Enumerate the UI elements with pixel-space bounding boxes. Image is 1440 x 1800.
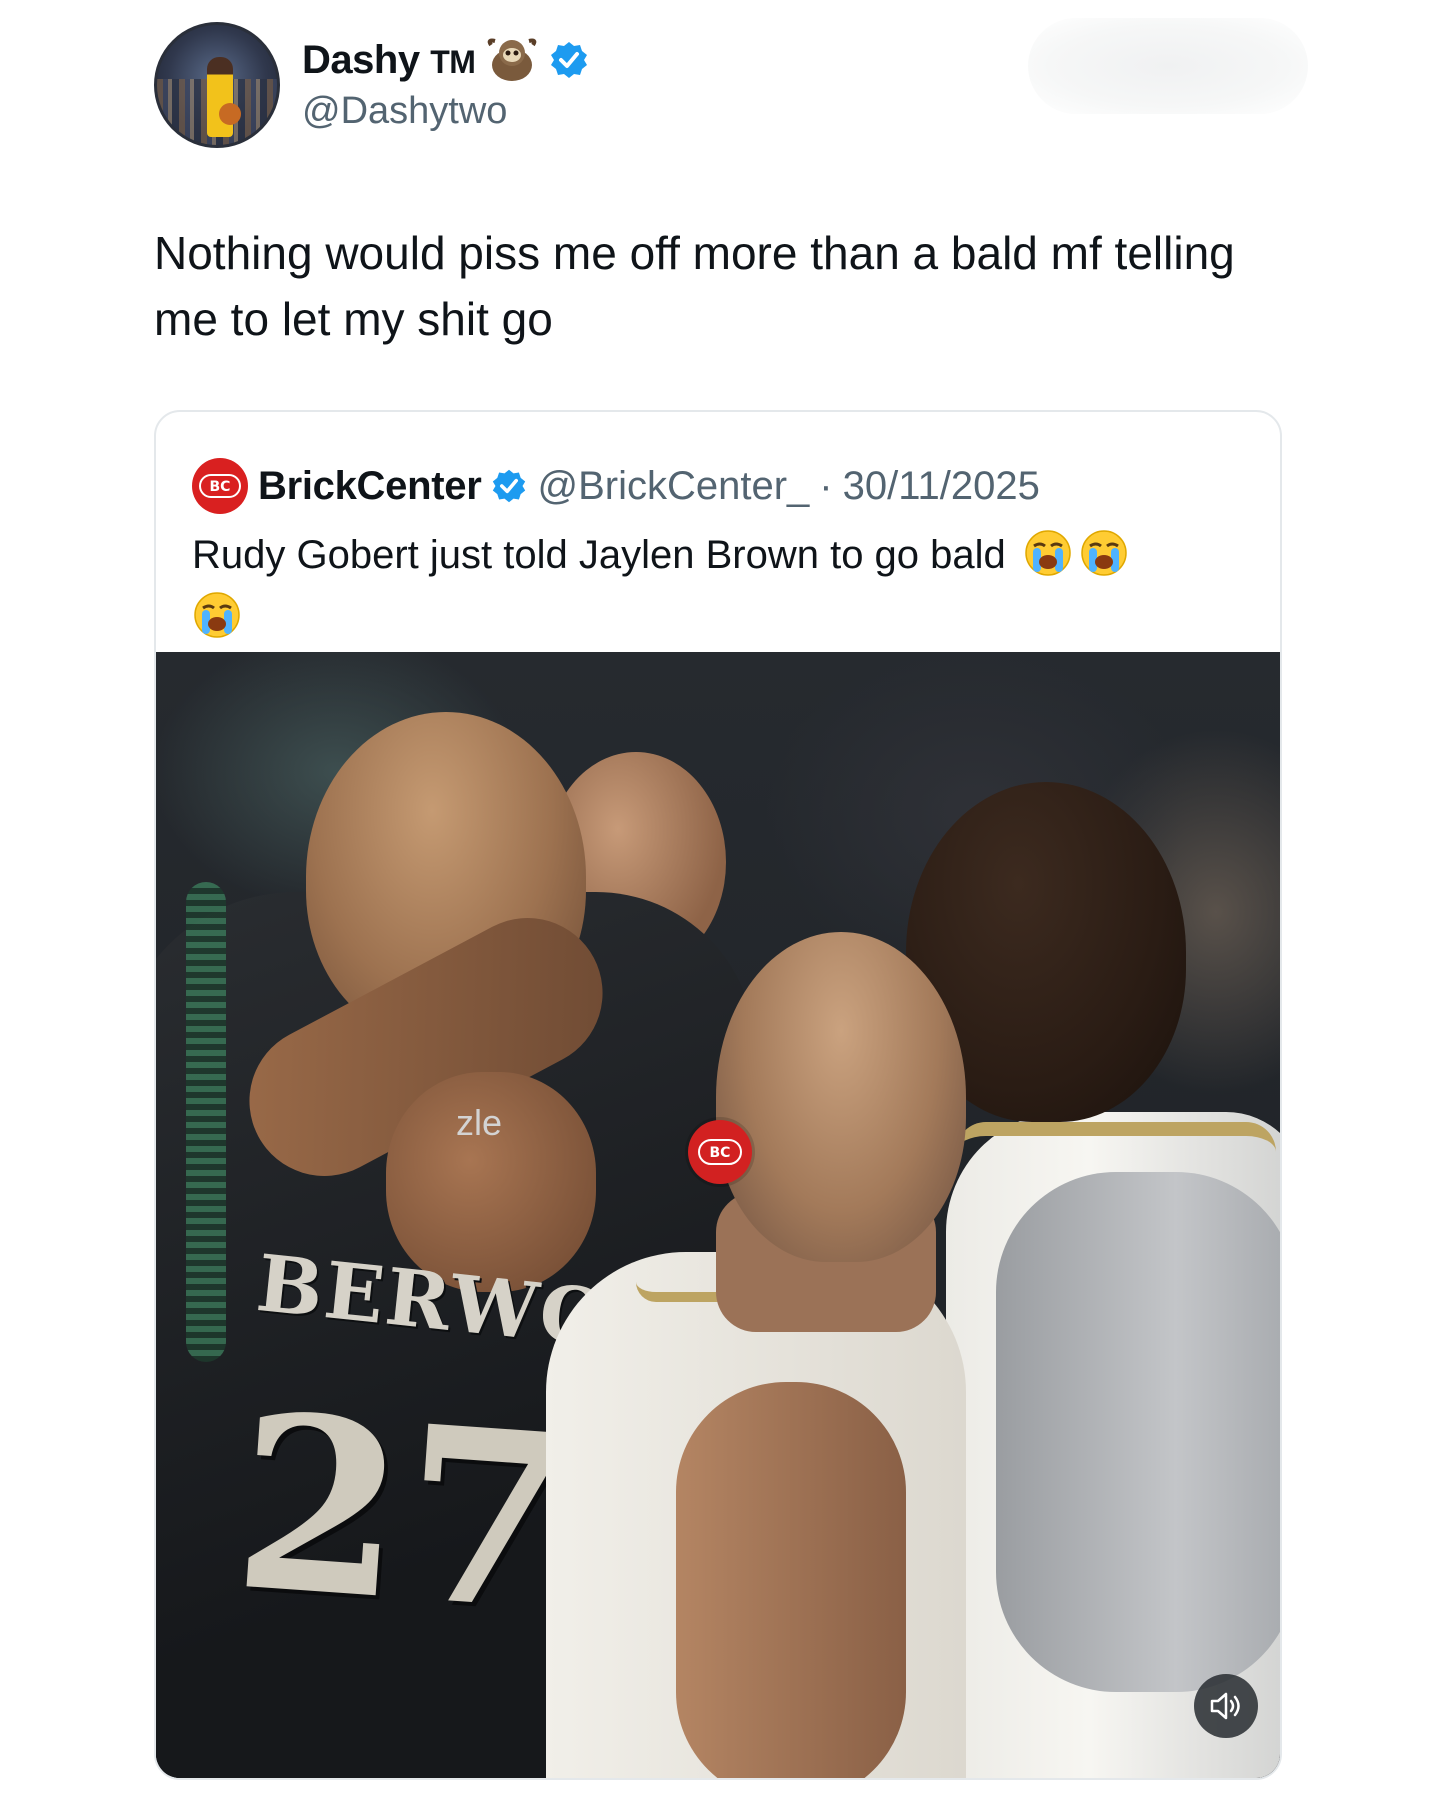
loudly-crying-face-icon (1081, 530, 1127, 576)
brickcenter-watermark: BC (688, 1120, 752, 1184)
speaker-icon (1210, 1692, 1240, 1720)
volume-button[interactable] (1194, 1674, 1258, 1738)
quoted-tweet-header: BC BrickCenter @BrickCenter_ · 30/11/202… (192, 450, 1040, 522)
author-name[interactable]: Dashy TM (302, 38, 476, 83)
loudly-crying-face-icon (1025, 530, 1071, 576)
quoted-tweet-text: Rudy Gobert just told Jaylen Brown to go… (192, 524, 1242, 648)
sponsor-patch: zle (456, 1102, 503, 1143)
tweet-text: Nothing would piss me off more than a ba… (154, 227, 1235, 345)
verified-icon (493, 469, 526, 503)
tweet-page: Dashy TM @Dashytwo Nothing would piss me… (0, 0, 1440, 1800)
blurred-region (1028, 18, 1308, 114)
sloth-icon (488, 38, 537, 81)
author-name-row: Dashy TM (302, 34, 589, 86)
brickcenter-logo[interactable]: BC (192, 458, 248, 514)
quoted-video[interactable]: zle BERWOLV 27 BC (156, 652, 1280, 1778)
player-head-bald (716, 932, 966, 1262)
watermark-text: BC (710, 1145, 731, 1161)
verified-icon (551, 42, 588, 78)
quoted-author-handle[interactable]: @BrickCenter_ (537, 464, 809, 509)
author-handle[interactable]: @Dashytwo (302, 90, 507, 133)
jersey-number: 27 (226, 1360, 580, 1666)
quoted-tweet-card[interactable]: BC BrickCenter @BrickCenter_ · 30/11/202… (154, 410, 1282, 1780)
quoted-date[interactable]: 30/11/2025 (843, 464, 1040, 509)
logo-text: BC (210, 479, 231, 495)
quoted-author-name[interactable]: BrickCenter (258, 464, 482, 509)
separator-dot: · (819, 463, 833, 508)
quoted-text-body: Rudy Gobert just told Jaylen Brown to go… (192, 533, 1006, 577)
author-avatar[interactable] (154, 22, 280, 148)
loudly-crying-face-icon (194, 592, 240, 638)
